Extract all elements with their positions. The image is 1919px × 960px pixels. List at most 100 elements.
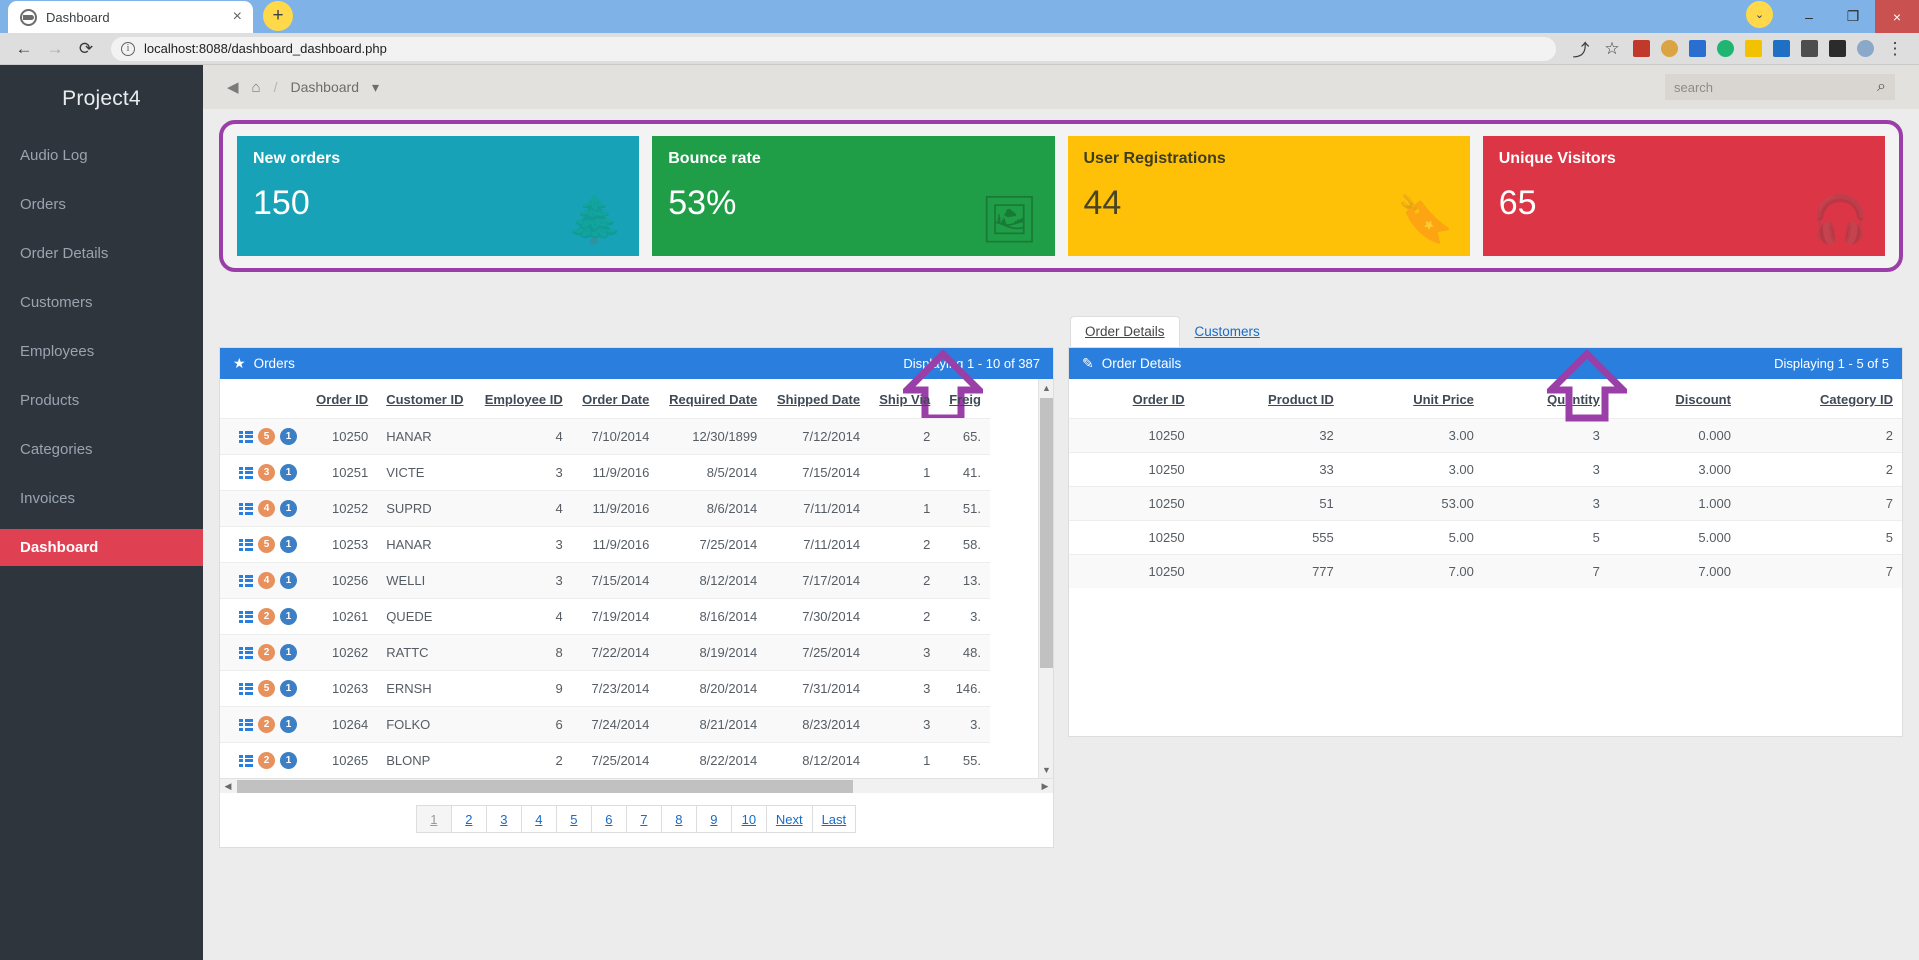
row-expand-icon[interactable] — [239, 718, 253, 731]
table-row[interactable]: 10250 777 7.00 7 7.000 7 — [1069, 554, 1902, 588]
pagination-link-3[interactable]: 3 — [485, 805, 522, 833]
pagination-link-1[interactable]: 1 — [415, 805, 452, 833]
col-product-id[interactable]: Product ID — [1194, 379, 1343, 419]
dictionary-extension-icon[interactable] — [1629, 36, 1654, 61]
tab-order-details[interactable]: Order Details — [1070, 316, 1180, 347]
profile-avatar-icon[interactable] — [1853, 36, 1878, 61]
browser-tab[interactable]: Dashboard × — [8, 1, 253, 33]
scroll-right-icon[interactable]: ▶ — [1037, 779, 1053, 794]
pagination-link-10[interactable]: 10 — [730, 805, 767, 833]
bookmark-star-icon[interactable]: ☆ — [1598, 36, 1626, 62]
stat-card-unique-visitors[interactable]: Unique Visitors 65 🎧 — [1482, 136, 1885, 256]
stat-card-bounce-rate[interactable]: Bounce rate 53% 🖼 — [652, 136, 1055, 256]
sidebar-item-dashboard[interactable]: Dashboard — [0, 529, 203, 566]
scrollbar-thumb[interactable] — [237, 780, 854, 793]
row-expand-icon[interactable] — [239, 466, 253, 479]
col-ship-via[interactable]: Ship Via — [869, 379, 939, 419]
table-row[interactable]: 10250 32 3.00 3 0.000 2 — [1069, 418, 1902, 453]
detail-count-badge[interactable]: 2 — [258, 716, 275, 733]
notes-extension-icon[interactable] — [1741, 36, 1766, 61]
table-row[interactable]: 3 1 10251 VICTE 3 11/9/2016 8/5/2014 7/15/2014 1… — [220, 454, 990, 491]
detail-count-badge[interactable]: 5 — [258, 680, 275, 697]
scroll-down-icon[interactable]: ▼ — [1039, 761, 1054, 778]
scroll-up-icon[interactable]: ▲ — [1039, 379, 1054, 396]
col-discount[interactable]: Discount — [1609, 379, 1740, 419]
table-row[interactable]: 10250 33 3.00 3 3.000 2 — [1069, 452, 1902, 487]
customer-count-badge[interactable]: 1 — [280, 644, 297, 661]
close-window-button[interactable]: × — [1875, 0, 1919, 33]
customer-count-badge[interactable]: 1 — [280, 536, 297, 553]
profile-menu-button[interactable]: ⌄ — [1746, 1, 1773, 28]
col-quantity[interactable]: Quantity — [1483, 379, 1609, 419]
detail-count-badge[interactable]: 2 — [258, 608, 275, 625]
sidebar-item-employees[interactable]: Employees — [0, 333, 203, 370]
vpn-off-extension-icon[interactable] — [1713, 36, 1738, 61]
customer-count-badge[interactable]: 1 — [280, 752, 297, 769]
pagination-link-5[interactable]: 5 — [555, 805, 592, 833]
stat-card-new-orders[interactable]: New orders 150 🌲 — [237, 136, 640, 256]
col-order-date[interactable]: Order Date — [572, 379, 659, 419]
tab-customers[interactable]: Customers — [1180, 316, 1275, 347]
table-row[interactable]: 4 1 10256 WELLI 3 7/15/2014 8/12/2014 7/17/2014… — [220, 562, 990, 599]
pagination-link-last[interactable]: Last — [811, 805, 857, 833]
pagination-link-8[interactable]: 8 — [660, 805, 697, 833]
customer-count-badge[interactable]: 1 — [280, 680, 297, 697]
orders-vertical-scrollbar[interactable]: ▲ ▼ — [1038, 379, 1053, 778]
address-bar[interactable]: i localhost:8088/dashboard_dashboard.php — [111, 36, 1556, 61]
row-expand-icon[interactable] — [239, 430, 253, 443]
close-tab-button[interactable]: × — [230, 9, 245, 25]
sidebar-item-products[interactable]: Products — [0, 382, 203, 419]
table-row[interactable]: 10250 51 53.00 3 1.000 7 — [1069, 486, 1902, 521]
breadcrumb[interactable]: Dashboard — [291, 79, 360, 95]
scroll-left-icon[interactable]: ◀ — [220, 779, 236, 794]
row-actions[interactable]: 51 — [220, 670, 306, 707]
col-employee-id[interactable]: Employee ID — [474, 379, 572, 419]
row-actions[interactable]: 51 — [220, 526, 306, 563]
search-input[interactable] — [1674, 79, 1878, 95]
row-actions[interactable]: 41 — [220, 562, 306, 599]
puzzle-extensions-icon[interactable] — [1797, 36, 1822, 61]
row-actions[interactable]: 21 — [220, 706, 306, 743]
detail-count-badge[interactable]: 3 — [258, 464, 275, 481]
row-expand-icon[interactable] — [239, 610, 253, 623]
col-required-date[interactable]: Required Date — [658, 379, 766, 419]
site-info-icon[interactable]: i — [121, 41, 135, 56]
sidebar-item-customers[interactable]: Customers — [0, 284, 203, 321]
col-shipped-date[interactable]: Shipped Date — [766, 379, 869, 419]
customer-count-badge[interactable]: 1 — [280, 608, 297, 625]
orders-horizontal-scrollbar[interactable]: ◀ ▶ — [220, 778, 1053, 793]
reload-icon[interactable]: ⟳ — [72, 36, 100, 62]
sidebar-item-orders[interactable]: Orders — [0, 186, 203, 223]
row-expand-icon[interactable] — [239, 754, 253, 767]
customer-count-badge[interactable]: 1 — [280, 428, 297, 445]
row-actions[interactable]: 51 — [220, 418, 306, 455]
detail-count-badge[interactable]: 5 — [258, 536, 275, 553]
row-actions[interactable]: 31 — [220, 454, 306, 491]
detail-count-badge[interactable]: 2 — [258, 752, 275, 769]
cookie-extension-icon[interactable] — [1657, 36, 1682, 61]
sidebar-item-audio-log[interactable]: Audio Log — [0, 137, 203, 174]
sidebar-item-order-details[interactable]: Order Details — [0, 235, 203, 272]
sidepanel-icon[interactable] — [1825, 36, 1850, 61]
detail-count-badge[interactable]: 2 — [258, 644, 275, 661]
minimize-button[interactable]: – — [1787, 2, 1831, 32]
back-icon[interactable]: ← — [10, 36, 38, 62]
table-row[interactable]: 10250 555 5.00 5 5.000 5 — [1069, 520, 1902, 555]
customer-count-badge[interactable]: 1 — [280, 716, 297, 733]
col-order-id[interactable]: Order ID — [1069, 379, 1194, 419]
pagination-link-9[interactable]: 9 — [695, 805, 732, 833]
row-actions[interactable]: 41 — [220, 490, 306, 527]
row-expand-icon[interactable] — [239, 574, 253, 587]
table-row[interactable]: 2 1 10264 FOLKO 6 7/24/2014 8/21/2014 8/23/2014… — [220, 706, 990, 743]
detail-count-badge[interactable]: 5 — [258, 428, 275, 445]
table-row[interactable]: 4 1 10252 SUPRD 4 11/9/2016 8/6/2014 7/11/2014 1… — [220, 490, 990, 527]
table-row[interactable]: 5 1 10253 HANAR 3 11/9/2016 7/25/2014 7/11/2014… — [220, 526, 990, 563]
forward-icon[interactable]: → — [41, 36, 69, 62]
customer-count-badge[interactable]: 1 — [280, 464, 297, 481]
stat-card-user-registrations[interactable]: User Registrations 44 🔖 — [1067, 136, 1470, 256]
pagination-link-next[interactable]: Next — [765, 805, 813, 833]
customer-count-badge[interactable]: 1 — [280, 572, 297, 589]
new-extension-icon[interactable] — [1769, 36, 1794, 61]
pagination-link-7[interactable]: 7 — [625, 805, 662, 833]
col-order-id[interactable]: Order ID — [306, 379, 377, 419]
